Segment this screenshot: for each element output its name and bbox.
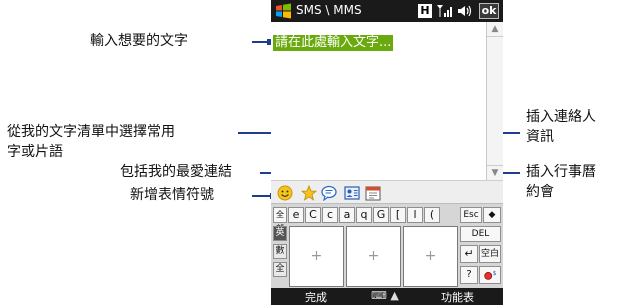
speech-bubble-icon[interactable] xyxy=(321,185,337,201)
softkey-bar: 完成 ⌨ ▲ 功能表 xyxy=(271,288,503,305)
volume-icon[interactable] xyxy=(457,4,473,18)
key-c[interactable]: c xyxy=(322,207,338,223)
callout-my-text-line2: 字或片語 xyxy=(7,144,63,160)
enter-key[interactable]: ↵ xyxy=(460,245,478,263)
callout-contact-line2: 資訊 xyxy=(526,129,554,145)
message-placeholder: 請在此處輸入文字... xyxy=(273,35,394,51)
callout-contact-line1: 插入連絡人 xyxy=(526,109,596,125)
key-l[interactable]: l xyxy=(407,207,423,223)
mode-english-key[interactable]: 英 xyxy=(273,226,287,241)
signal-icon[interactable] xyxy=(436,4,452,18)
key-paren[interactable]: ( xyxy=(424,207,440,223)
star-icon[interactable] xyxy=(301,185,317,201)
insert-toolbar xyxy=(271,180,503,204)
mode-fullwidth-key[interactable]: 全 xyxy=(273,262,287,277)
delete-key[interactable]: DEL xyxy=(460,226,501,242)
callout-calendar-line2: 約會 xyxy=(526,184,554,200)
key-q[interactable]: q xyxy=(356,207,372,223)
handwriting-keyboard: 全部 e C c a q G [ l ( 英 數 全 + + + Esc ◆ D… xyxy=(271,204,503,288)
ok-button[interactable]: ok xyxy=(479,3,499,19)
callout-calendar-line1: 插入行事曆 xyxy=(526,164,596,180)
esc-key[interactable]: Esc xyxy=(460,207,482,223)
done-softkey[interactable]: 完成 xyxy=(305,289,327,305)
phone-screen: SMS \ MMS H ok 請在此處輸入文字... ▲ ▼ 全 e C c a… xyxy=(271,0,503,305)
handwriting-box[interactable]: + xyxy=(346,226,401,287)
smiley-icon[interactable] xyxy=(277,185,293,201)
key-a[interactable]: a xyxy=(339,207,355,223)
help-key[interactable]: ? xyxy=(460,266,478,284)
hsdpa-icon: H xyxy=(418,4,432,18)
title-bar: SMS \ MMS H ok xyxy=(271,0,503,22)
message-input[interactable]: 請在此處輸入文字... xyxy=(271,22,486,180)
scroll-up-arrow[interactable]: ▲ xyxy=(487,22,503,37)
callout-type-text: 輸入想要的文字 xyxy=(90,33,188,49)
key-all[interactable]: 全部 xyxy=(273,207,287,233)
menu-softkey[interactable]: 功能表 xyxy=(441,289,474,305)
key-G[interactable]: G xyxy=(373,207,389,223)
key-e[interactable]: e xyxy=(288,207,304,223)
callout-emoticon: 新增表情符號 xyxy=(130,187,214,203)
space-key[interactable]: 空白 xyxy=(479,245,501,263)
calendar-icon[interactable] xyxy=(365,185,381,201)
scroll-down-arrow[interactable]: ▼ xyxy=(487,165,503,180)
callout-favorites: 包括我的最愛連結 xyxy=(120,164,232,180)
svg-text:$: $ xyxy=(493,270,497,277)
handwriting-box[interactable]: + xyxy=(403,226,458,287)
key-bracket[interactable]: [ xyxy=(390,207,406,223)
key-C[interactable]: C xyxy=(305,207,321,223)
input-panel-icon[interactable]: ⌨ ▲ xyxy=(371,289,399,302)
callout-my-text-line1: 從我的文字清單中選擇常用 xyxy=(7,124,175,140)
contact-card-icon[interactable] xyxy=(344,185,360,201)
windows-logo-icon[interactable] xyxy=(275,3,292,19)
mode-number-key[interactable]: 數 xyxy=(273,244,287,259)
backspace-key[interactable]: ◆ xyxy=(483,207,501,223)
app-title: SMS \ MMS xyxy=(296,3,362,17)
handwriting-box[interactable]: + xyxy=(289,226,344,287)
message-scrollbar[interactable]: ▲ ▼ xyxy=(486,22,503,180)
settings-icon[interactable]: $ xyxy=(479,266,501,284)
